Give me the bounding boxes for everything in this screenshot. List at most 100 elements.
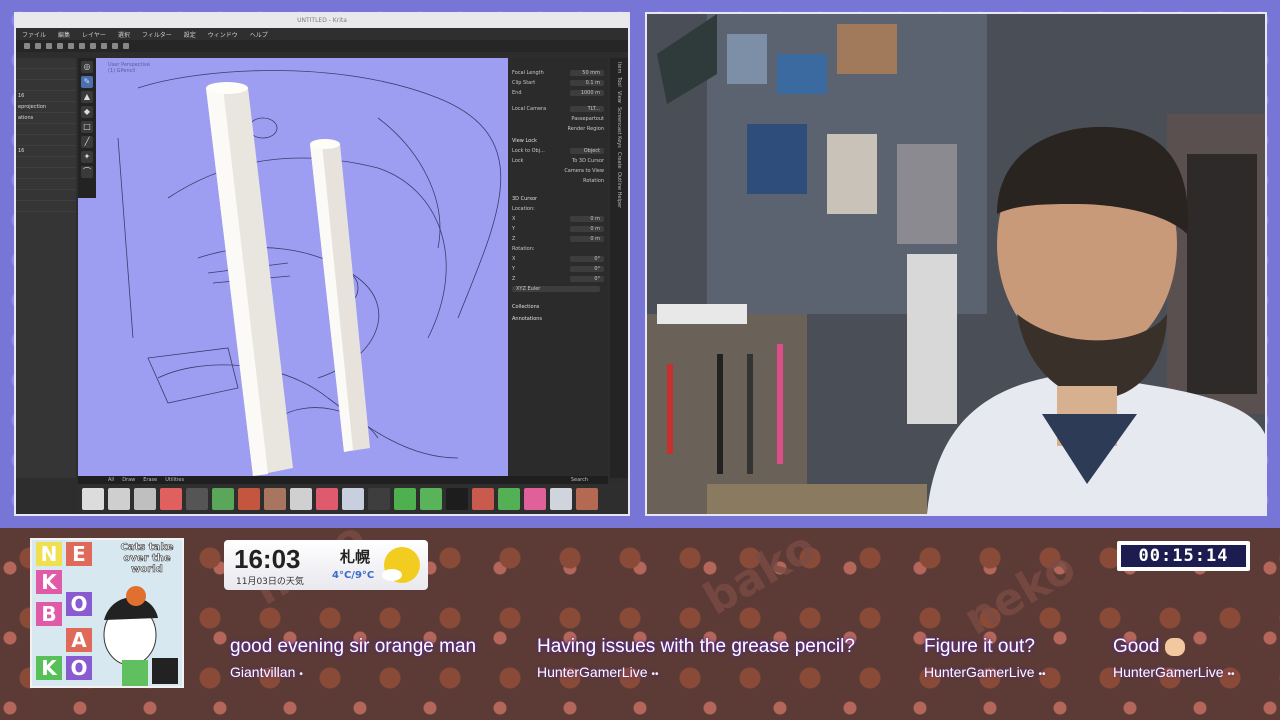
panel-row[interactable]	[16, 190, 76, 201]
render-region-row[interactable]: Render Region	[508, 124, 608, 134]
camera-to-view-row[interactable]: Camera to View	[508, 166, 608, 176]
lock-object-field[interactable]: Object	[570, 148, 604, 154]
zoom-icon[interactable]	[123, 43, 129, 49]
panel-row[interactable]: ations	[16, 113, 76, 124]
brush-icon[interactable]	[79, 43, 85, 49]
loc-z-field[interactable]: 0 m	[570, 236, 604, 242]
focal-length-field[interactable]: 50 mm	[570, 70, 604, 76]
rotation-lock-row[interactable]: Rotation	[508, 176, 608, 186]
save-icon[interactable]	[46, 43, 52, 49]
brush-preset[interactable]	[524, 488, 546, 510]
mirror-icon[interactable]	[101, 43, 107, 49]
panel-row[interactable]: eprojection	[16, 102, 76, 113]
sketch-line	[167, 157, 447, 339]
clip-end-field[interactable]: 1000 m	[570, 90, 604, 96]
panel-row[interactable]	[16, 168, 76, 179]
brush-preset[interactable]	[134, 488, 156, 510]
brush-preset[interactable]	[394, 488, 416, 510]
panel-row[interactable]	[16, 135, 76, 146]
local-camera-field[interactable]: TLT...	[570, 106, 604, 112]
asset-tab-all[interactable]: All	[108, 477, 114, 483]
grid-icon[interactable]	[112, 43, 118, 49]
view-lock-header[interactable]: View Lock	[508, 134, 608, 146]
brush-preset[interactable]	[576, 488, 598, 510]
menu-select[interactable]: 選択	[118, 30, 130, 39]
panel-row[interactable]	[16, 58, 76, 69]
panel-row[interactable]	[16, 157, 76, 168]
asset-tab-erase[interactable]: Erase	[143, 477, 157, 483]
asset-search-input[interactable]: Search	[571, 477, 588, 483]
brush-preset[interactable]	[368, 488, 390, 510]
passepartout-row[interactable]: Passepartout	[508, 114, 608, 124]
rotation-mode-select[interactable]: XYZ Euler	[512, 286, 600, 292]
menu-help[interactable]: ヘルプ	[250, 30, 268, 39]
eyedropper-icon[interactable]: ✦	[81, 151, 93, 163]
passepartout-checkbox[interactable]: Passepartout	[571, 116, 604, 122]
open-icon[interactable]	[35, 43, 41, 49]
clip-start-field[interactable]: 0.1 m	[570, 80, 604, 86]
brush-preset[interactable]	[186, 488, 208, 510]
brush-preset[interactable]	[498, 488, 520, 510]
curve-tool-icon[interactable]: ⌒	[81, 166, 93, 178]
brush-preset[interactable]	[472, 488, 494, 510]
rot-z-field[interactable]: 0°	[570, 276, 604, 282]
3d-cursor-header[interactable]: 3D Cursor	[508, 192, 608, 204]
brush-preset[interactable]	[160, 488, 182, 510]
brush-preset[interactable]	[420, 488, 442, 510]
tab-outline-helper[interactable]: Outline Helper	[616, 172, 622, 208]
camera-to-view-checkbox[interactable]: Camera to View	[564, 168, 604, 174]
menu-filter[interactable]: フィルター	[142, 30, 172, 39]
menu-edit[interactable]: 編集	[58, 30, 70, 39]
brush-preset[interactable]	[550, 488, 572, 510]
brush-preset[interactable]	[238, 488, 260, 510]
tab-item[interactable]: Item	[616, 62, 622, 73]
rot-y-field[interactable]: 0°	[570, 266, 604, 272]
undo-icon[interactable]	[57, 43, 63, 49]
brush-preset[interactable]	[264, 488, 286, 510]
menu-file[interactable]: ファイル	[22, 30, 46, 39]
panel-row[interactable]	[16, 124, 76, 135]
brush-preset[interactable]	[82, 488, 104, 510]
annotations-header[interactable]: Annotations	[508, 312, 608, 324]
tab-screencast-keys[interactable]: Screencast Keys	[616, 107, 622, 148]
drawing-viewport[interactable]: User Perspective (1) GPencil	[78, 58, 508, 476]
chat-user-row: HunterGamerLive ••	[537, 664, 855, 680]
asset-tab-utilities[interactable]: Utilities	[165, 477, 184, 483]
collections-header[interactable]: Collections	[508, 300, 608, 312]
new-icon[interactable]	[24, 43, 30, 49]
brush-preset[interactable]	[446, 488, 468, 510]
erase-tool-icon[interactable]: ◆	[81, 106, 93, 118]
asset-tab-draw[interactable]: Draw	[122, 477, 135, 483]
panel-row[interactable]: 16	[16, 91, 76, 102]
menu-layer[interactable]: レイヤー	[82, 30, 106, 39]
brush-preset[interactable]	[342, 488, 364, 510]
loc-x-field[interactable]: 0 m	[570, 216, 604, 222]
tab-create[interactable]: Create	[616, 152, 622, 169]
brush-shelf	[78, 484, 628, 514]
brush-preset[interactable]	[108, 488, 130, 510]
menu-window[interactable]: ウィンドウ	[208, 30, 238, 39]
panel-row[interactable]	[16, 80, 76, 91]
eraser-icon[interactable]	[90, 43, 96, 49]
render-region-checkbox[interactable]: Render Region	[567, 126, 604, 132]
fill-tool-icon[interactable]: ▲	[81, 91, 93, 103]
cursor-icon[interactable]: ◎	[81, 61, 93, 73]
rotation-lock-checkbox[interactable]: Rotation	[583, 178, 604, 184]
panel-row[interactable]	[16, 69, 76, 80]
panel-row[interactable]	[16, 201, 76, 212]
tab-tool[interactable]: Tool	[616, 77, 622, 87]
panel-row[interactable]	[16, 179, 76, 190]
redo-icon[interactable]	[68, 43, 74, 49]
brush-preset[interactable]	[290, 488, 312, 510]
to-3d-cursor-checkbox[interactable]: To 3D Cursor	[572, 158, 604, 164]
menu-settings[interactable]: 設定	[184, 30, 196, 39]
brush-preset[interactable]	[212, 488, 234, 510]
loc-y-field[interactable]: 0 m	[570, 226, 604, 232]
tab-view[interactable]: View	[616, 91, 622, 103]
draw-tool-icon[interactable]: ✎	[81, 76, 93, 88]
box-tool-icon[interactable]: □	[81, 121, 93, 133]
brush-preset[interactable]	[316, 488, 338, 510]
panel-row[interactable]: 16	[16, 146, 76, 157]
rot-x-field[interactable]: 0°	[570, 256, 604, 262]
line-tool-icon[interactable]: ╱	[81, 136, 93, 148]
